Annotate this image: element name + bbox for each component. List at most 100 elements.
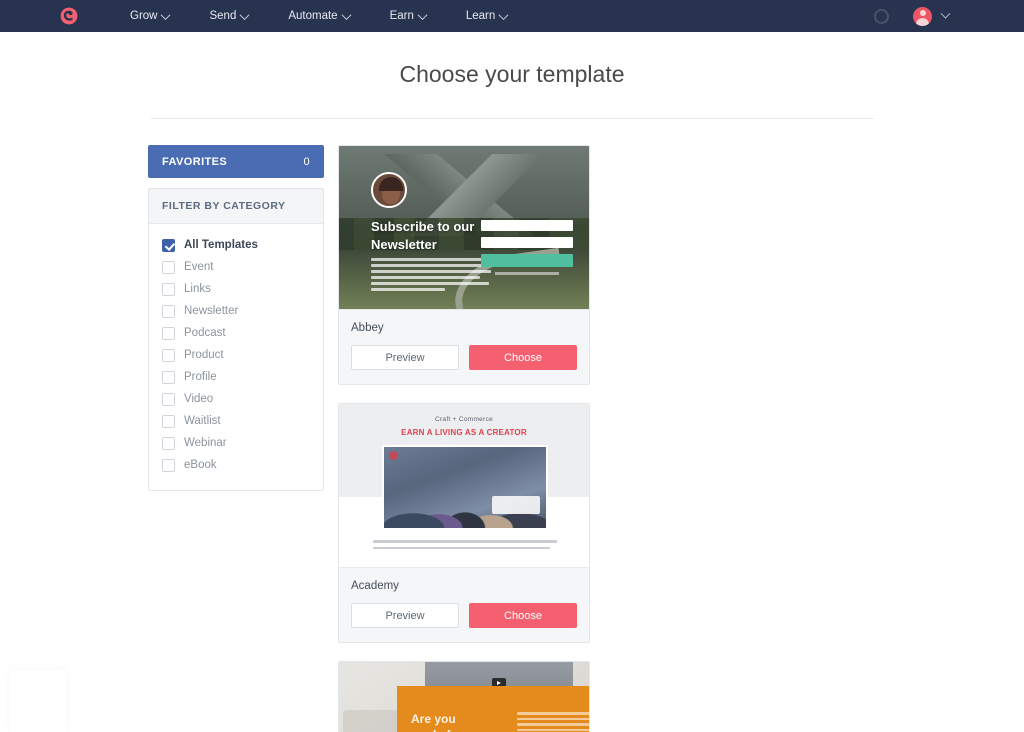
filter-option-newsletter[interactable]: Newsletter <box>149 300 323 322</box>
thumb-email-field <box>481 237 573 248</box>
card-actions: Preview Choose <box>351 603 577 628</box>
convertkit-logo-icon[interactable] <box>58 5 80 27</box>
chevron-down-icon <box>940 8 951 19</box>
favorites-button[interactable]: FAVORITES 0 <box>148 145 324 178</box>
filter-option-podcast[interactable]: Podcast <box>149 322 323 344</box>
account-menu[interactable] <box>913 6 951 26</box>
nav-item-label: Earn <box>389 10 414 22</box>
chevron-down-icon <box>161 9 171 20</box>
filter-option-links[interactable]: Links <box>149 278 323 300</box>
choose-button[interactable]: Choose <box>469 345 577 370</box>
nav-links: Grow Send Automate Earn Learn <box>110 9 527 22</box>
chevron-down-icon <box>239 9 250 20</box>
thumb-title: EARN A LIVING AS A CREATOR <box>401 428 527 437</box>
nav-item-send[interactable]: Send <box>189 9 268 22</box>
nav-item-label: Learn <box>465 10 496 22</box>
chevron-down-icon <box>417 9 428 20</box>
circle-icon[interactable] <box>874 8 889 24</box>
thumb-signup-form <box>481 220 573 275</box>
template-thumbnail[interactable]: Craft + Commerce EARN A LIVING AS A CREA… <box>339 404 589 567</box>
template-thumbnail[interactable]: Subscribe to our Newsletter <box>339 146 589 309</box>
chat-widget[interactable] <box>10 670 66 732</box>
checkbox-icon[interactable] <box>162 370 175 384</box>
main-content: FAVORITES 0 FILTER BY CATEGORY All Templ… <box>148 119 1024 732</box>
avatar-head <box>919 10 926 16</box>
filter-option-label: eBook <box>184 459 217 471</box>
favorites-count: 0 <box>303 155 310 168</box>
checkbox-icon[interactable] <box>162 436 175 450</box>
filter-option-product[interactable]: Product <box>149 344 323 366</box>
template-thumbnail[interactable]: Are you ready for more art? <box>339 662 589 732</box>
checkbox-icon[interactable] <box>162 238 175 252</box>
template-grid: Subscribe to our Newsletter Abbey Previe… <box>338 145 860 732</box>
thumb-logo-badge <box>492 496 540 514</box>
filter-panel-title: FILTER BY CATEGORY <box>149 189 323 224</box>
checkbox-icon[interactable] <box>162 392 175 406</box>
avatar-body <box>916 17 929 26</box>
filter-option-ebook[interactable]: eBook <box>149 454 323 476</box>
template-card-alberta[interactable]: Are you ready for more art? Alberta <box>338 661 590 732</box>
thumb-body-lines <box>371 258 495 294</box>
filter-option-label: Links <box>184 283 211 295</box>
nav-item-learn[interactable]: Learn <box>446 9 527 22</box>
nav-item-label: Automate <box>288 10 338 22</box>
preview-button[interactable]: Preview <box>351 603 459 628</box>
favorites-label: FAVORITES <box>162 155 228 168</box>
filter-option-event[interactable]: Event <box>149 256 323 278</box>
thumb-author-avatar-icon <box>371 172 407 208</box>
filter-option-video[interactable]: Video <box>149 388 323 410</box>
card-actions: Preview Choose <box>351 345 577 370</box>
filter-panel: FILTER BY CATEGORY All Templates Event L… <box>148 188 324 491</box>
filter-option-webinar[interactable]: Webinar <box>149 432 323 454</box>
filter-option-all-templates[interactable]: All Templates <box>149 234 323 256</box>
filter-option-waitlist[interactable]: Waitlist <box>149 410 323 432</box>
thumb-submit-button <box>481 254 573 267</box>
template-card-abbey[interactable]: Subscribe to our Newsletter Abbey Previe… <box>338 145 590 385</box>
sidebar: FAVORITES 0 FILTER BY CATEGORY All Templ… <box>148 145 324 732</box>
checkbox-icon[interactable] <box>162 282 175 296</box>
checkbox-icon[interactable] <box>162 304 175 318</box>
card-footer: Abbey Preview Choose <box>339 309 589 384</box>
template-name: Abbey <box>351 322 384 334</box>
thumb-form-note <box>494 272 560 275</box>
checkbox-icon[interactable] <box>162 348 175 362</box>
filter-option-profile[interactable]: Profile <box>149 366 323 388</box>
page-title: Choose your template <box>399 61 625 87</box>
chevron-down-icon <box>498 9 509 20</box>
template-card-academy[interactable]: Craft + Commerce EARN A LIVING AS A CREA… <box>338 403 590 643</box>
logo-svg <box>60 7 78 25</box>
filter-option-label: Newsletter <box>184 305 239 317</box>
nav-item-earn[interactable]: Earn <box>370 9 446 22</box>
nav-item-grow[interactable]: Grow <box>110 9 189 22</box>
thumb-heading: Are you ready for more art? <box>411 712 462 732</box>
thumb-kicker: Craft + Commerce <box>434 416 494 423</box>
play-icon <box>389 451 398 460</box>
preview-button[interactable]: Preview <box>351 345 459 370</box>
checkbox-icon[interactable] <box>162 260 175 274</box>
top-navbar: Grow Send Automate Earn Learn <box>0 0 1024 32</box>
template-name: Academy <box>351 580 399 592</box>
filter-option-label: Waitlist <box>184 415 221 427</box>
nav-item-label: Grow <box>130 10 158 22</box>
nav-item-automate[interactable]: Automate <box>268 9 369 22</box>
filter-option-label: Video <box>184 393 214 405</box>
filter-option-label: Webinar <box>184 437 227 449</box>
filter-option-label: Podcast <box>184 327 226 339</box>
checkbox-icon[interactable] <box>162 326 175 340</box>
user-avatar-icon[interactable] <box>913 6 932 26</box>
filter-option-label: All Templates <box>184 239 258 251</box>
checkbox-icon[interactable] <box>162 458 175 472</box>
thumb-paragraph-lines <box>373 540 557 553</box>
thumb-name-field <box>481 220 573 231</box>
filter-options-list: All Templates Event Links Newsletter Pod… <box>149 224 323 490</box>
thumb-body-lines <box>517 712 589 732</box>
card-footer: Academy Preview Choose <box>339 567 589 642</box>
page-header: Choose your template <box>0 32 1024 119</box>
chevron-down-icon <box>341 9 352 20</box>
choose-button[interactable]: Choose <box>469 603 577 628</box>
nav-item-label: Send <box>209 10 237 22</box>
avatar-hair <box>379 177 403 191</box>
checkbox-icon[interactable] <box>162 414 175 428</box>
filter-option-label: Event <box>184 261 214 273</box>
thumb-video-image <box>382 445 548 530</box>
